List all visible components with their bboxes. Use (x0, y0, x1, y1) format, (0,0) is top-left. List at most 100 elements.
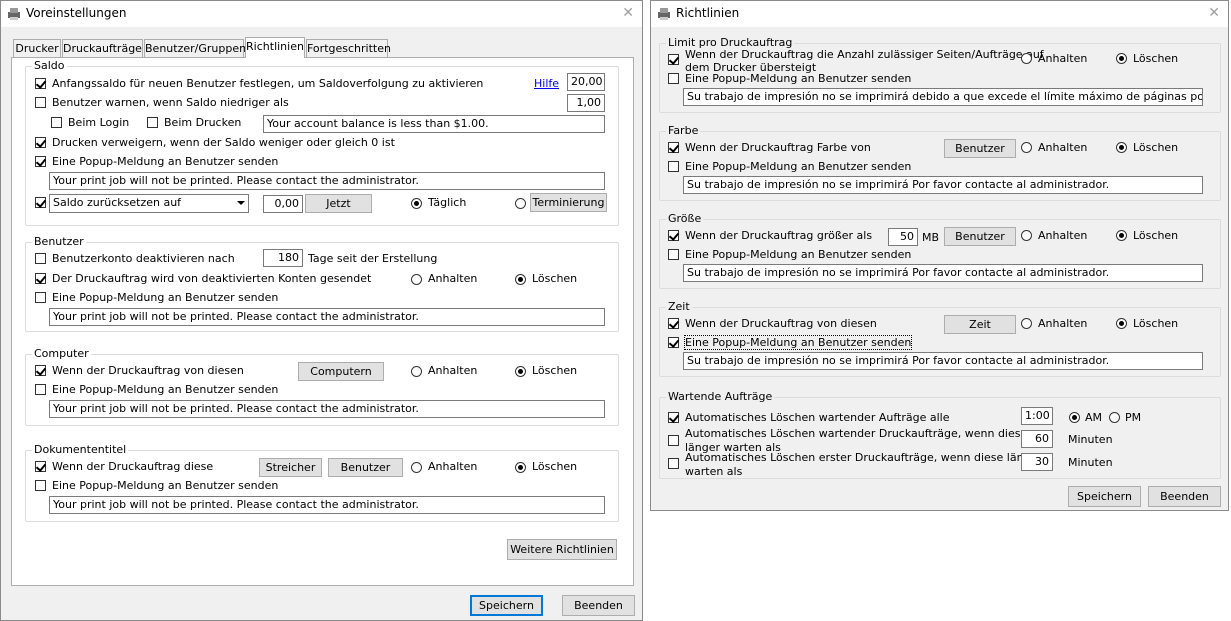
computer-hold-radio[interactable] (411, 366, 422, 377)
benutzer-popup-checkbox[interactable] (35, 292, 46, 303)
size-value-field[interactable]: 50 (888, 228, 918, 246)
tab-richtlinien[interactable]: Richtlinien (245, 37, 305, 58)
limit-delete-label: Löschen (1133, 52, 1179, 65)
pm-radio[interactable] (1109, 412, 1120, 423)
computer-popup-checkbox[interactable] (35, 384, 46, 395)
time-popup-checkbox[interactable] (668, 337, 679, 348)
at-login-checkbox[interactable] (51, 117, 62, 128)
quit-button[interactable]: Beenden (562, 595, 635, 616)
save-button[interactable]: Speichern (1068, 486, 1141, 507)
tab-druckauftraege[interactable]: Druckaufträge (62, 39, 143, 57)
limit-checkbox[interactable] (668, 54, 679, 65)
time-button[interactable]: Zeit (944, 315, 1016, 334)
deny-checkbox[interactable] (35, 137, 46, 148)
warn-label: Benutzer warnen, wenn Saldo niedriger al… (52, 96, 289, 109)
size-users-button[interactable]: Benutzer (944, 227, 1016, 246)
time-hold-radio[interactable] (1021, 318, 1032, 329)
warn-checkbox[interactable] (35, 97, 46, 108)
first-value-field[interactable]: 30 (1021, 453, 1053, 471)
days-suffix-label: Tage seit der Erstellung (308, 252, 438, 265)
computer-delete-label: Löschen (532, 364, 578, 377)
size-popup-message-field[interactable]: Su trabajo de impresión no se imprimirá … (683, 264, 1203, 282)
time-checkbox[interactable] (668, 318, 679, 329)
size-delete-radio[interactable] (1116, 230, 1127, 241)
size-popup-checkbox[interactable] (668, 249, 679, 260)
size-label: Wenn der Druckauftrag größer als (685, 229, 873, 242)
doctitle-checkbox[interactable] (35, 461, 46, 472)
deactivate-checkbox[interactable] (35, 253, 46, 264)
limit-popup-checkbox[interactable] (668, 73, 679, 84)
doctitle-popup-label: Eine Popup-Meldung an Benutzer senden (52, 479, 279, 492)
saldo-popup-message-field[interactable]: Your print job will not be printed. Plea… (49, 172, 605, 190)
auto-delete-longer-checkbox[interactable] (668, 435, 679, 446)
group-label-computer: Computer (32, 347, 91, 360)
benutzer-popup-message-field[interactable]: Your print job will not be printed. Plea… (49, 308, 605, 326)
computer-checkbox[interactable] (35, 365, 46, 376)
tab-drucker[interactable]: Drucker (13, 39, 61, 57)
saldo-popup-label: Eine Popup-Meldung an Benutzer senden (52, 155, 279, 168)
initial-balance-field[interactable]: 20,00 (567, 73, 605, 91)
save-button[interactable]: Speichern (470, 595, 543, 616)
window-richtlinien: Richtlinien ✕ Limit pro Druckauftrag Wen… (650, 0, 1229, 511)
app-icon (8, 8, 20, 20)
color-checkbox[interactable] (668, 142, 679, 153)
reset-select[interactable]: Saldo zurücksetzen auf (49, 194, 249, 213)
benutzer-hold-radio[interactable] (411, 274, 422, 285)
reset-value-field[interactable]: 0,00 (263, 195, 303, 213)
at-print-checkbox[interactable] (147, 117, 158, 128)
time-popup-message-field[interactable]: Su trabajo de impresión no se imprimirá … (683, 352, 1203, 370)
more-policies-button[interactable]: Weitere Richtlinien (507, 539, 617, 560)
computer-hold-label: Anhalten (428, 364, 478, 377)
saldo-popup-checkbox[interactable] (35, 156, 46, 167)
computer-delete-radio[interactable] (515, 366, 526, 377)
auto-delete-checkbox[interactable] (668, 412, 679, 423)
limit-popup-message-field[interactable]: Su trabajo de impresión no se imprimirá … (683, 88, 1203, 106)
now-button[interactable]: Jetzt (305, 194, 372, 213)
size-hold-label: Anhalten (1038, 229, 1088, 242)
longer-value-field[interactable]: 60 (1021, 430, 1053, 448)
warn-value-field[interactable]: 1,00 (567, 94, 605, 112)
color-delete-label: Löschen (1133, 141, 1179, 154)
time-delete-radio[interactable] (1116, 318, 1127, 329)
reset-checkbox[interactable] (35, 197, 46, 208)
benutzer-delete-radio[interactable] (515, 274, 526, 285)
initial-balance-checkbox[interactable] (35, 78, 46, 89)
help-link[interactable]: Hilfe (534, 77, 559, 90)
color-hold-radio[interactable] (1021, 142, 1032, 153)
tab-fortgeschritten[interactable]: Fortgeschritten (306, 39, 391, 57)
computer-popup-label: Eine Popup-Meldung an Benutzer senden (52, 383, 279, 396)
doctitle-popup-message-field[interactable]: Your print job will not be printed. Plea… (49, 496, 605, 514)
color-delete-radio[interactable] (1116, 142, 1127, 153)
color-users-button[interactable]: Benutzer (944, 139, 1016, 158)
tab-benutzer-gruppen[interactable]: Benutzer/Gruppen (144, 39, 246, 57)
schedule-button[interactable]: Terminierung (530, 193, 607, 212)
auto-delete-first-checkbox[interactable] (668, 458, 679, 469)
schedule-radio[interactable] (515, 198, 526, 209)
stripper-button[interactable]: Streicher (259, 458, 322, 477)
color-popup-checkbox[interactable] (668, 161, 679, 172)
time-popup-label: Eine Popup-Meldung an Benutzer senden (683, 335, 913, 350)
doctitle-hold-radio[interactable] (411, 462, 422, 473)
limit-delete-radio[interactable] (1116, 53, 1127, 64)
computers-button[interactable]: Computern (298, 362, 384, 381)
doctitle-delete-radio[interactable] (515, 462, 526, 473)
close-icon[interactable]: ✕ (1208, 5, 1220, 21)
auto-delete-time-field[interactable]: 1:00 (1021, 407, 1053, 425)
limit-hold-radio[interactable] (1021, 53, 1032, 64)
daily-radio[interactable] (411, 198, 422, 209)
doctitle-users-button[interactable]: Benutzer (328, 458, 403, 477)
warn-message-field[interactable]: Your account balance is less than $1.00. (263, 115, 605, 133)
quit-button[interactable]: Beenden (1148, 486, 1221, 507)
size-checkbox[interactable] (668, 230, 679, 241)
color-popup-message-field[interactable]: Su trabajo de impresión no se imprimirá … (683, 176, 1203, 194)
am-radio[interactable] (1069, 412, 1080, 423)
size-hold-radio[interactable] (1021, 230, 1032, 241)
daily-label: Täglich (428, 196, 467, 209)
pm-label: PM (1125, 411, 1142, 424)
computer-popup-message-field[interactable]: Your print job will not be printed. Plea… (49, 400, 605, 418)
doctitle-popup-checkbox[interactable] (35, 480, 46, 491)
close-icon[interactable]: ✕ (622, 5, 634, 21)
deactivated-job-checkbox[interactable] (35, 273, 46, 284)
deactivate-days-field[interactable]: 180 (263, 249, 303, 267)
group-label-color: Farbe (666, 124, 701, 137)
